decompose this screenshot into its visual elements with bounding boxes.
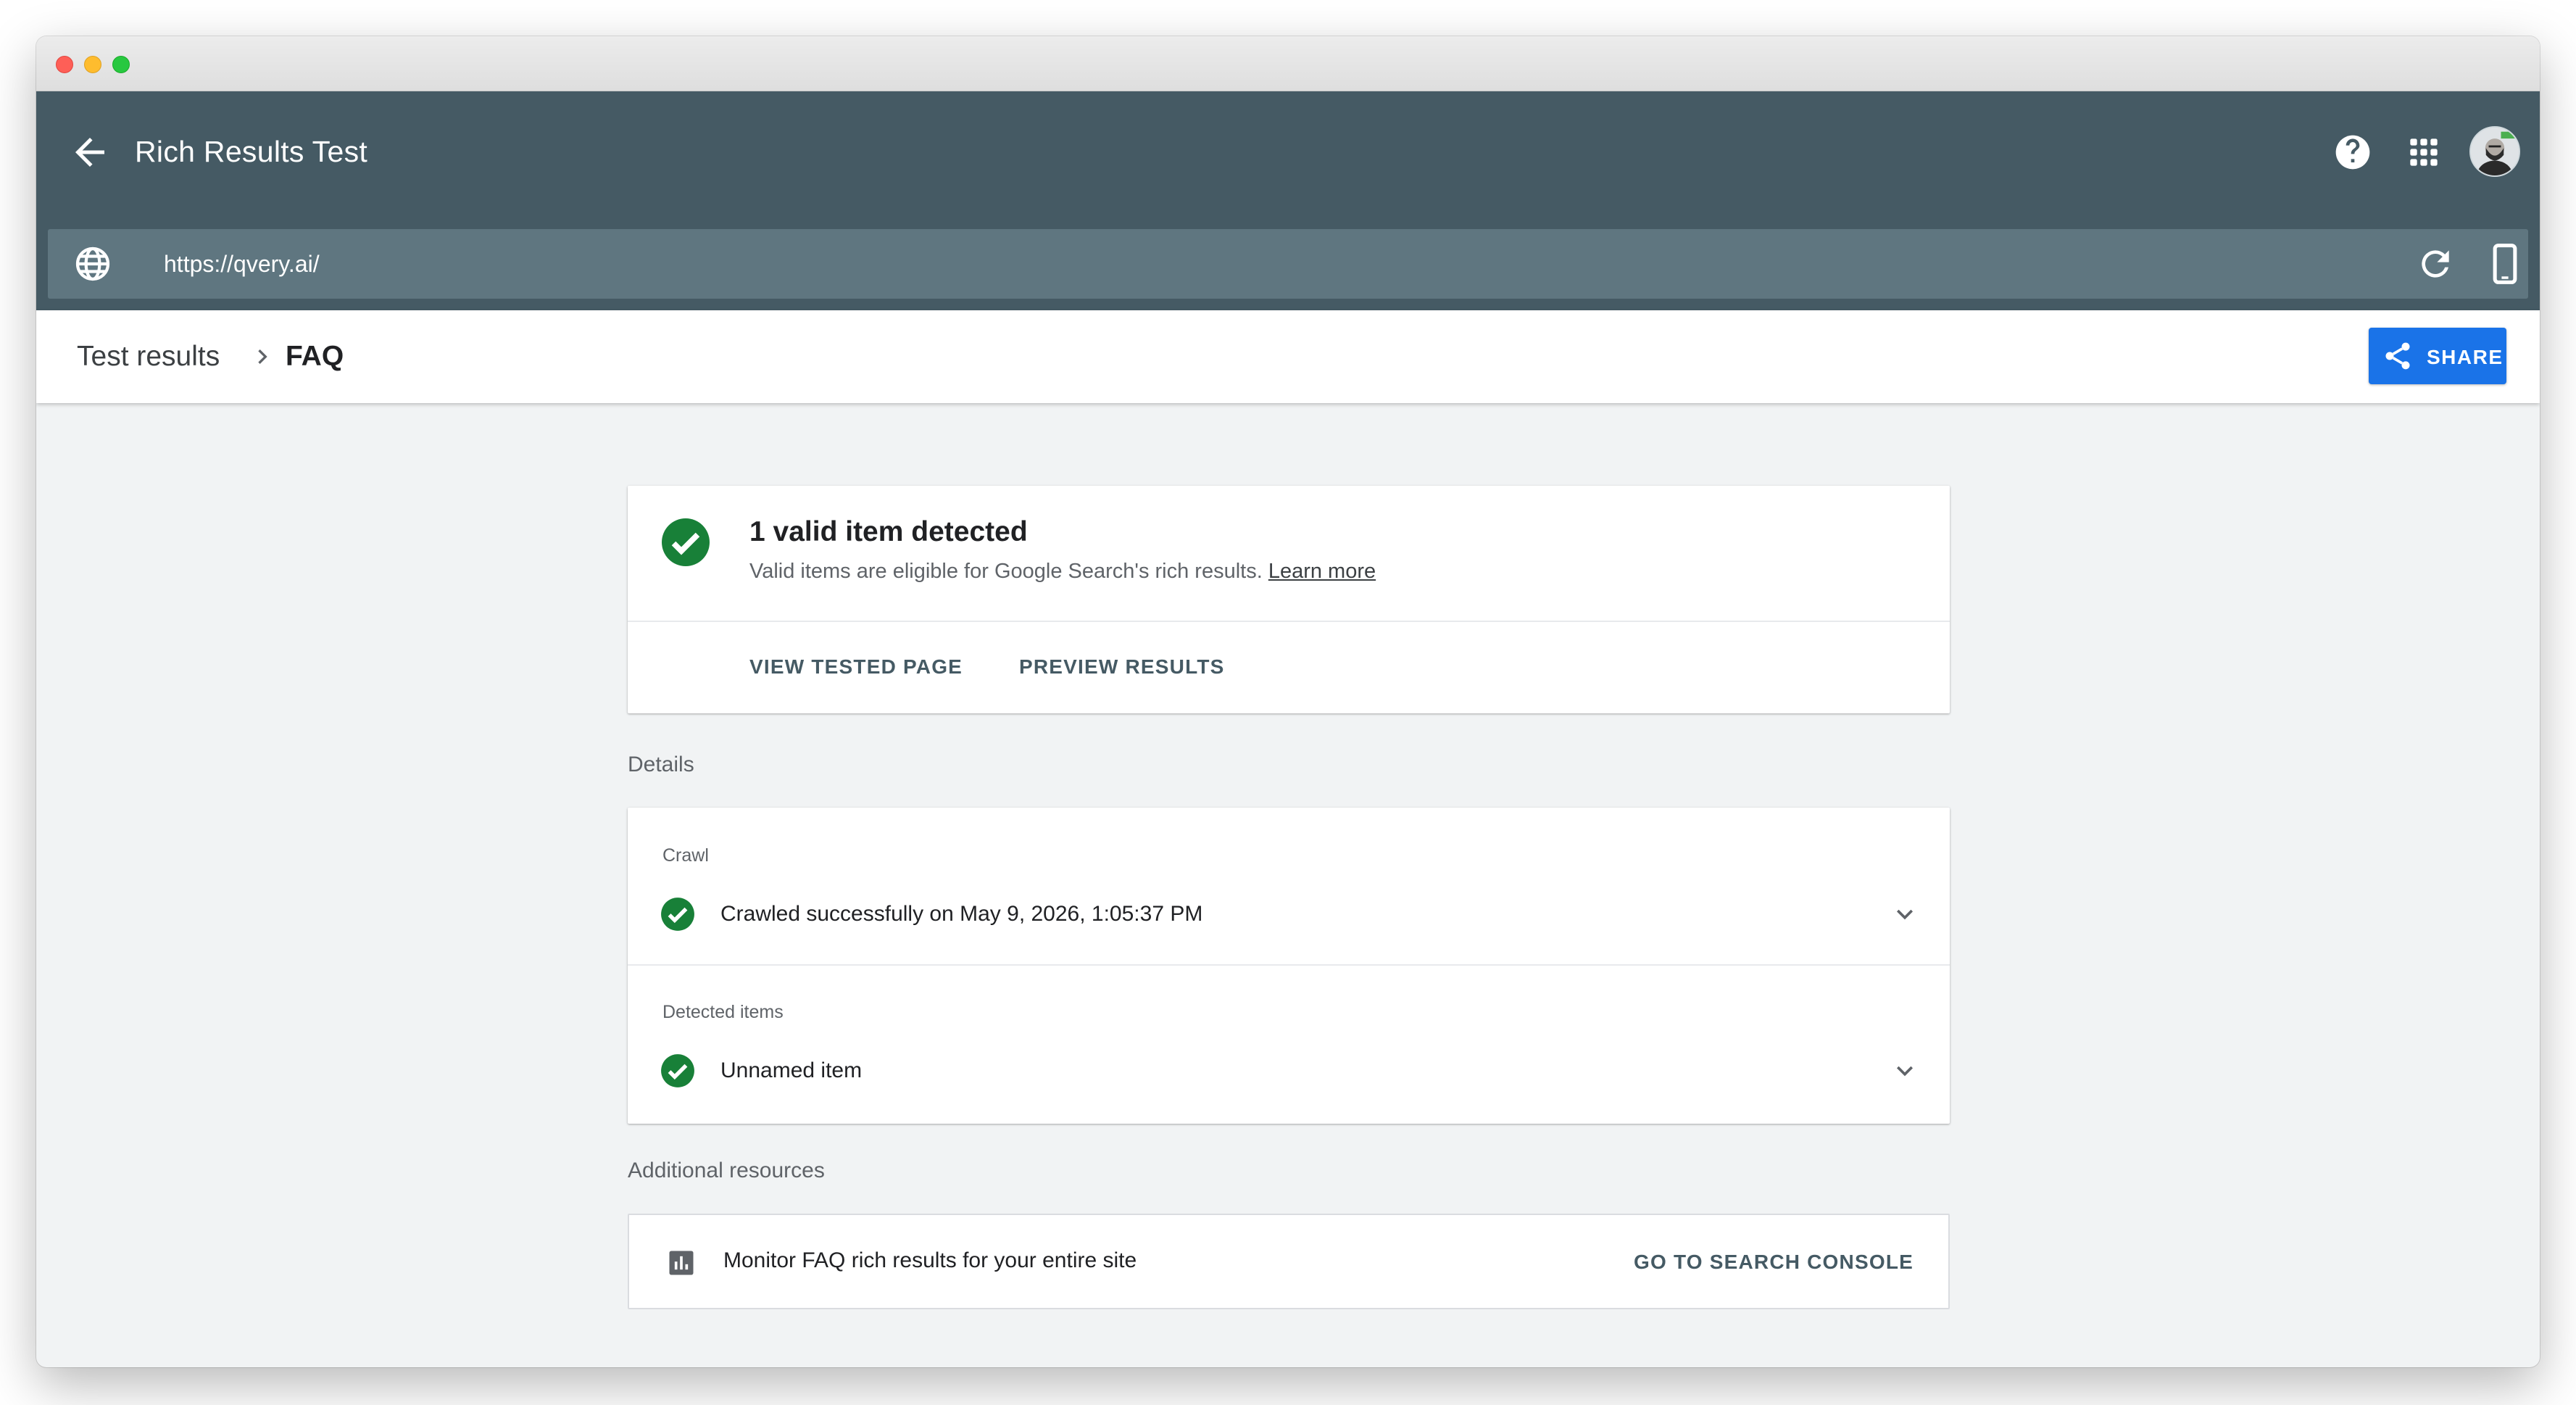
url-input[interactable]: https://qvery.ai/ bbox=[164, 251, 320, 278]
chevron-down-icon[interactable] bbox=[1889, 1055, 1921, 1087]
apps-grid-icon[interactable] bbox=[2403, 132, 2444, 173]
breadcrumb-bar: Test results FAQ SHARE bbox=[36, 310, 2540, 403]
browser-window: Rich Results Test https://qvery.ai/ Test… bbox=[36, 36, 2540, 1367]
divider bbox=[628, 621, 1950, 622]
breadcrumb-root[interactable]: Test results bbox=[77, 341, 220, 373]
summary-description: Valid items are eligible for Google Sear… bbox=[749, 560, 1376, 584]
details-section-label: Details bbox=[628, 753, 694, 776]
go-to-search-console-button[interactable]: GO TO SEARCH CONSOLE bbox=[1634, 1251, 1914, 1274]
arrow-back-icon[interactable] bbox=[68, 130, 112, 174]
learn-more-link[interactable]: Learn more bbox=[1268, 560, 1376, 583]
app-title: Rich Results Test bbox=[135, 135, 368, 168]
additional-resources-label: Additional resources bbox=[628, 1159, 825, 1182]
window-titlebar bbox=[36, 36, 2540, 91]
share-button[interactable]: SHARE bbox=[2369, 328, 2506, 384]
avatar[interactable] bbox=[2469, 126, 2520, 177]
window-close-button[interactable] bbox=[56, 56, 73, 73]
smartphone-icon[interactable] bbox=[2485, 242, 2525, 286]
refresh-icon[interactable] bbox=[2415, 244, 2456, 284]
detected-item-row[interactable]: Unnamed item bbox=[720, 1058, 862, 1083]
share-label: SHARE bbox=[2427, 346, 2504, 368]
share-icon bbox=[2385, 342, 2410, 370]
details-card: Crawl Crawled successfully on May 9, 202… bbox=[628, 808, 1950, 1124]
preview-results-button[interactable]: PREVIEW RESULTS bbox=[1019, 655, 1225, 679]
chevron-down-icon[interactable] bbox=[1889, 898, 1921, 930]
detected-items-heading: Detected items bbox=[662, 1002, 784, 1022]
globe-icon bbox=[75, 246, 110, 281]
bar-chart-icon bbox=[669, 1251, 694, 1275]
window-minimize-button[interactable] bbox=[84, 56, 101, 73]
summary-card: 1 valid item detected Valid items are el… bbox=[628, 486, 1950, 713]
resource-card: Monitor FAQ rich results for your entire… bbox=[628, 1214, 1950, 1309]
url-bar[interactable]: https://qvery.ai/ bbox=[48, 229, 2528, 299]
app-header: Rich Results Test https://qvery.ai/ bbox=[36, 91, 2540, 310]
breadcrumb-current: FAQ bbox=[286, 341, 344, 372]
crawl-status-row[interactable]: Crawled successfully on May 9, 2026, 1:0… bbox=[720, 902, 1202, 927]
summary-title: 1 valid item detected bbox=[749, 516, 1028, 547]
view-tested-page-button[interactable]: VIEW TESTED PAGE bbox=[749, 655, 963, 679]
crawl-heading: Crawl bbox=[662, 845, 709, 866]
resource-text: Monitor FAQ rich results for your entire… bbox=[723, 1248, 1137, 1272]
help-icon[interactable] bbox=[2332, 132, 2373, 173]
summary-description-text: Valid items are eligible for Google Sear… bbox=[749, 560, 1263, 583]
app-toolbar: Rich Results Test bbox=[36, 91, 2540, 228]
user-avatar-icon bbox=[2471, 128, 2519, 175]
check-circle-icon bbox=[661, 898, 694, 931]
chevron-right-icon bbox=[258, 349, 267, 364]
divider bbox=[628, 964, 1950, 966]
check-circle-icon bbox=[661, 1054, 694, 1087]
window-maximize-button[interactable] bbox=[112, 56, 130, 73]
check-circle-icon bbox=[662, 518, 710, 566]
